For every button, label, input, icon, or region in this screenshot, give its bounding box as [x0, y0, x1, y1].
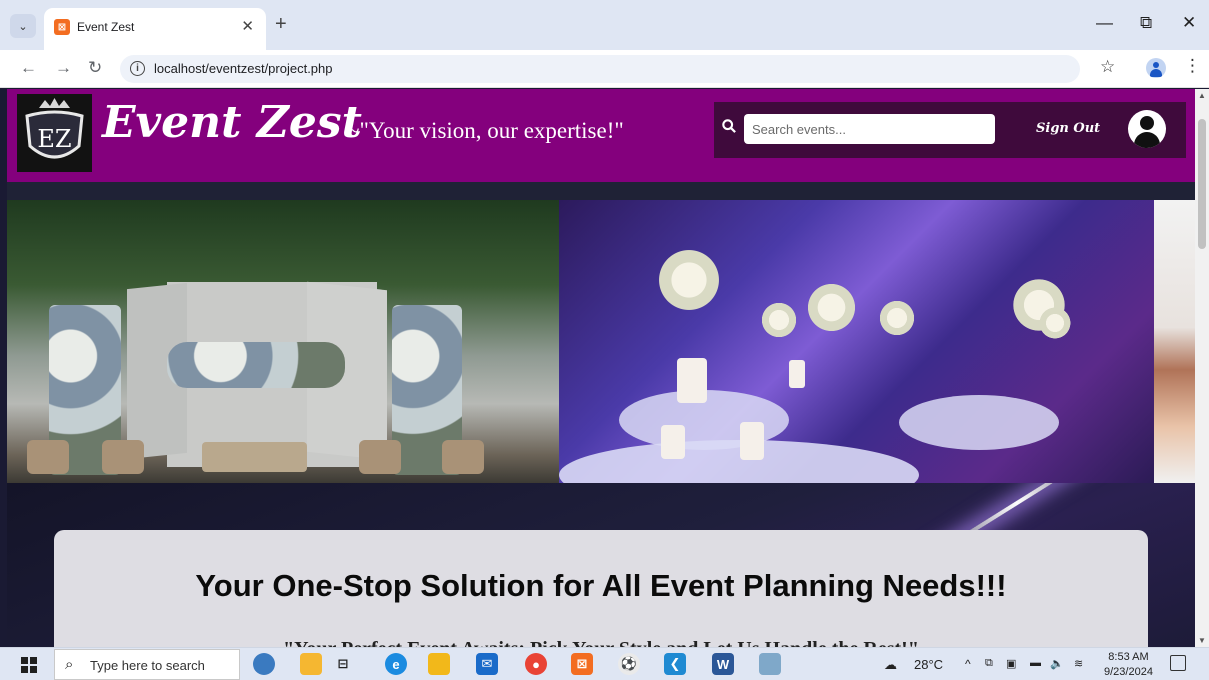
scroll-up-icon[interactable]: ▲: [1198, 91, 1206, 100]
brand-tagline: ~"Your vision, our expertise!": [347, 118, 624, 143]
news-widget-icon[interactable]: [253, 653, 275, 675]
xampp-icon[interactable]: ⊠: [571, 653, 593, 675]
hero-slide-image-floral-stage: [7, 200, 559, 483]
system-clock[interactable]: 8:53 AM 9/23/2024: [1104, 650, 1153, 680]
tab-search-button[interactable]: ⌄: [10, 14, 36, 38]
tab-title: Event Zest: [77, 20, 135, 34]
xampp-icon: ⊠: [54, 19, 70, 35]
vscode-icon[interactable]: ❮: [664, 653, 686, 675]
hero-card: Your One-Stop Solution for All Event Pla…: [54, 530, 1148, 647]
hero-subtitle: "Your Perfect Event Awaits: Pick Your St…: [54, 638, 1148, 647]
widget-icon[interactable]: [300, 653, 322, 675]
scroll-thumb[interactable]: [1198, 119, 1206, 249]
header-divider: [7, 182, 1195, 200]
new-tab-button[interactable]: +: [275, 13, 287, 36]
tray-app-icon[interactable]: ⧉: [985, 657, 993, 670]
edge-icon[interactable]: e: [385, 653, 407, 675]
profile-icon[interactable]: [1146, 58, 1166, 78]
browser-tab-event-zest[interactable]: ⊠ Event Zest ✕: [44, 8, 266, 50]
app-icon[interactable]: [759, 653, 781, 675]
address-bar[interactable]: i localhost/eventzest/project.php: [120, 55, 1080, 83]
browser-toolbar: ← → ↻ i localhost/eventzest/project.php …: [0, 50, 1209, 88]
battery-icon[interactable]: ▬: [1030, 657, 1041, 669]
restore-icon[interactable]: ⧉: [1140, 13, 1152, 33]
close-icon[interactable]: ✕: [241, 17, 254, 35]
soccer-ball-icon[interactable]: ⚽: [618, 653, 640, 675]
weather-temperature[interactable]: 28°C: [914, 657, 943, 672]
brand-title: Event Zest: [102, 97, 362, 148]
search-icon: ⌕: [65, 656, 74, 673]
volume-icon[interactable]: 🔈: [1050, 657, 1064, 670]
tray-network-app-icon[interactable]: ▣: [1006, 657, 1016, 670]
windows-taskbar: ⌕ Type here to search ⊟ e ✉ ● ⊠ ⚽ ❮ W ☁ …: [0, 647, 1209, 680]
page-viewport: EZ Event Zest ~"Your vision, our experti…: [7, 89, 1195, 647]
file-explorer-icon[interactable]: [428, 653, 450, 675]
taskbar-search-box[interactable]: ⌕ Type here to search: [54, 649, 240, 680]
hero-title: Your One-Stop Solution for All Event Pla…: [195, 568, 1007, 603]
browser-tabstrip: ⌄ ⊠ Event Zest ✕ + — ⧉ ✕: [0, 0, 1209, 50]
reload-icon[interactable]: ↻: [88, 58, 102, 78]
clock-date: 9/23/2024: [1104, 666, 1153, 678]
hero-banner: Your One-Stop Solution for All Event Pla…: [7, 483, 1195, 647]
site-header: EZ Event Zest ~"Your vision, our experti…: [7, 89, 1195, 182]
search-input[interactable]: [744, 114, 995, 144]
info-icon[interactable]: i: [130, 61, 145, 76]
url-text[interactable]: localhost/eventzest/project.php: [154, 61, 333, 76]
scroll-down-icon[interactable]: ▼: [1198, 636, 1206, 645]
window-close-icon[interactable]: ✕: [1182, 13, 1196, 33]
page-scrollbar[interactable]: ▲ ▼: [1195, 89, 1209, 647]
word-icon[interactable]: W: [712, 653, 734, 675]
windows-start-icon[interactable]: [21, 657, 37, 673]
task-view-icon[interactable]: ⊟: [332, 653, 354, 675]
notification-icon[interactable]: [1170, 655, 1186, 671]
chrome-icon[interactable]: ●: [525, 653, 547, 675]
mail-icon[interactable]: ✉: [476, 653, 498, 675]
tray-overflow-icon[interactable]: ^: [965, 657, 971, 671]
weather-icon[interactable]: ☁: [884, 657, 897, 673]
site-logo[interactable]: EZ: [17, 94, 92, 172]
kebab-menu-icon[interactable]: ⋮: [1184, 56, 1201, 76]
wifi-icon[interactable]: ≋: [1074, 657, 1083, 670]
search-icon[interactable]: [722, 119, 736, 133]
user-avatar-icon[interactable]: [1128, 110, 1166, 148]
clock-time: 8:53 AM: [1108, 651, 1149, 663]
search-panel: Sign Out: [714, 102, 1186, 158]
sign-out-link[interactable]: Sign Out: [1036, 121, 1100, 136]
forward-icon[interactable]: →: [55, 58, 72, 78]
minimize-icon[interactable]: —: [1096, 13, 1113, 33]
back-icon[interactable]: ←: [20, 58, 37, 78]
taskbar-search-placeholder: Type here to search: [90, 658, 205, 673]
bookmark-star-icon[interactable]: ☆: [1100, 57, 1115, 77]
logo-text: EZ: [37, 125, 71, 153]
hero-slide-next-image: [1154, 200, 1195, 483]
hero-slide-image-banquet-hall: [559, 200, 1154, 483]
